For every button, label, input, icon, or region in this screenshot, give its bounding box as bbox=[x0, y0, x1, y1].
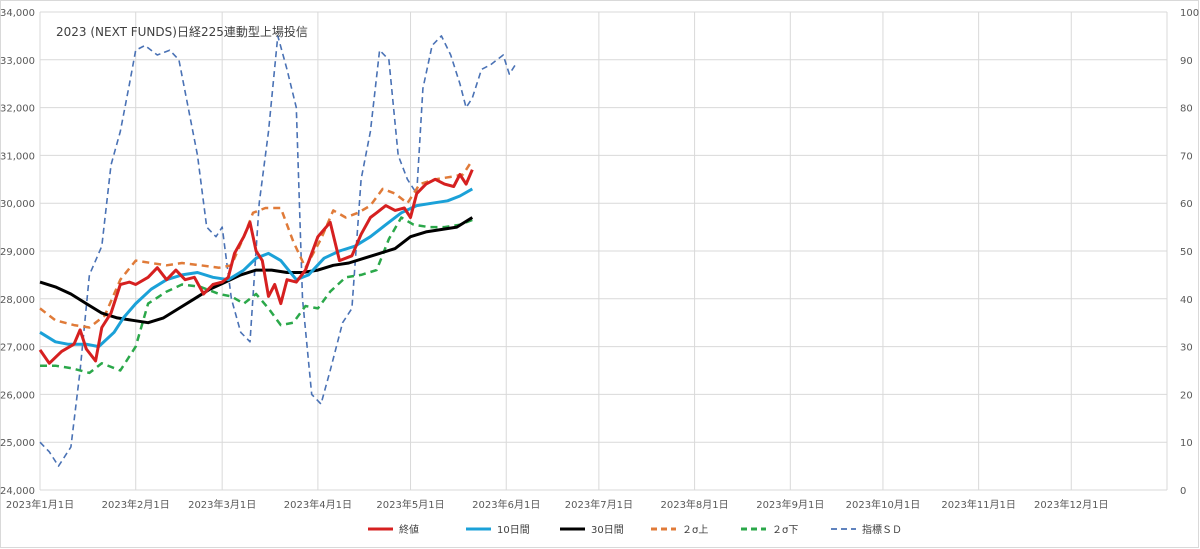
x-tick-label: 2023年9月1日 bbox=[756, 498, 824, 511]
series-line bbox=[38, 169, 474, 365]
y-left-tick-label: 26,000 bbox=[0, 390, 35, 401]
legend-label: ２σ上 bbox=[682, 524, 708, 536]
y-right-tick-label: 40 bbox=[1180, 295, 1193, 306]
x-tick-label: 2023年2月1日 bbox=[102, 498, 170, 511]
x-tick-label: 2023年6月1日 bbox=[472, 498, 540, 511]
legend-label: 指標ＳＤ bbox=[862, 523, 902, 536]
x-tick-label: 2023年5月1日 bbox=[376, 498, 444, 511]
y-right-tick-label: 100 bbox=[1180, 8, 1199, 19]
x-tick-label: 2023年4月1日 bbox=[284, 498, 352, 511]
legend-label: 30日間 bbox=[591, 524, 624, 536]
y-left-tick-label: 34,000 bbox=[0, 8, 35, 19]
y-right-tick-label: 50 bbox=[1180, 247, 1193, 258]
x-tick-label: 2023年3月1日 bbox=[188, 498, 256, 511]
series-line bbox=[39, 216, 474, 325]
y-right-tick-label: 30 bbox=[1180, 343, 1193, 354]
y-right-tick-label: 60 bbox=[1180, 199, 1193, 210]
y-right-tick-label: 20 bbox=[1180, 390, 1193, 401]
x-tick-label: 2023年7月1日 bbox=[565, 498, 633, 511]
y-right-axis: 0 10 20 30 40 50 60 70 80 90 100 bbox=[1180, 8, 1199, 497]
y-right-tick-label: 80 bbox=[1180, 104, 1193, 115]
y-left-tick-label: 31,000 bbox=[0, 151, 35, 162]
y-right-tick-label: 90 bbox=[1180, 56, 1193, 67]
legend-label: 10日間 bbox=[497, 524, 530, 536]
chart-canvas: 24,000 25,000 26,000 27,000 28,000 29,000 30,0… bbox=[0, 8, 1199, 536]
y-right-tick-label: 10 bbox=[1180, 438, 1193, 449]
y-left-tick-label: 33,000 bbox=[0, 56, 35, 67]
legend: 終値 10日間 30日間 ２σ上 ２σ下 指標ＳＤ bbox=[368, 523, 902, 536]
x-tick-label: 2023年1月1日 bbox=[6, 498, 74, 511]
x-axis: 2023年1月1日 2023年2月1日 2023年3月1日 2023年4月1日 2023… bbox=[6, 498, 1109, 511]
y-left-tick-label: 28,000 bbox=[0, 295, 35, 306]
x-tick-label: 2023年10月1日 bbox=[846, 498, 921, 511]
y-left-tick-label: 24,000 bbox=[0, 486, 35, 497]
x-tick-label: 2023年11月1日 bbox=[941, 498, 1016, 511]
y-left-axis: 24,000 25,000 26,000 27,000 28,000 29,000 30,0… bbox=[0, 8, 35, 497]
x-tick-label: 2023年8月1日 bbox=[660, 498, 728, 511]
gridlines bbox=[39, 11, 1168, 491]
chart-title: 2023 (NEXT FUNDS)日経225連動型上場投信 bbox=[56, 24, 308, 39]
y-left-tick-label: 30,000 bbox=[0, 199, 35, 210]
y-right-tick-label: 0 bbox=[1180, 486, 1186, 497]
y-left-tick-label: 27,000 bbox=[0, 343, 35, 354]
y-right-tick-label: 70 bbox=[1180, 151, 1193, 162]
y-left-tick-label: 32,000 bbox=[0, 104, 35, 115]
legend-label: 終値 bbox=[399, 523, 419, 536]
y-left-tick-label: 25,000 bbox=[0, 438, 35, 449]
y-left-tick-label: 29,000 bbox=[0, 247, 35, 258]
x-tick-label: 2023年12月1日 bbox=[1034, 498, 1109, 511]
legend-label: ２σ下 bbox=[772, 525, 798, 536]
